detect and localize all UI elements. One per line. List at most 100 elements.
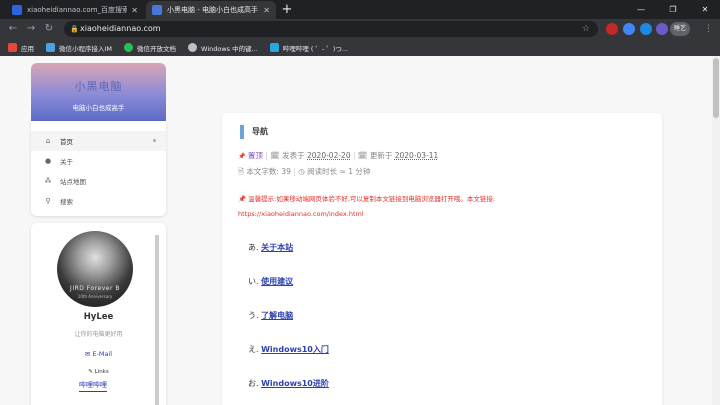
published-date: 2020-02-20	[307, 151, 351, 160]
bookmark-label: 应用	[21, 44, 34, 53]
close-tab-icon[interactable]: ✕	[131, 6, 138, 15]
sidebar-item-about[interactable]: ● 关于	[31, 151, 166, 171]
toc-link-computer[interactable]: 了解电脑	[261, 311, 293, 320]
toc-link-usage[interactable]: 使用建议	[261, 277, 293, 286]
site-favicon-icon	[152, 5, 162, 15]
url-text: xiaoheidiannao.com	[80, 24, 161, 33]
toc-link-win10-basic[interactable]: Windows10入门	[261, 345, 329, 354]
bookmark-label: 哔哩哔哩 ( ゜- ゜)つ...	[282, 44, 349, 53]
tab-bar: xiaoheidiannao.com_百度搜索 ✕ 小黑电脑 - 电脑小白也成高…	[0, 0, 720, 19]
profile-button[interactable]: 睡艺	[670, 22, 691, 36]
post-card: 导航 📌 置顶 | 🗓 发表于 2020-02-20 | 🗓 更新于 2020-…	[222, 113, 662, 405]
bookmark-bilibili[interactable]: 哔哩哔哩 ( ゜- ゜)つ...	[269, 43, 349, 53]
lock-icon[interactable]: 🔒	[70, 21, 79, 37]
toc-list: あ. 关于本站 い. 使用建议 う. 了解电脑 え. Windows10入门 お…	[248, 242, 329, 405]
sidebar-item-label: 搜索	[60, 198, 73, 206]
clock-icon: ◷	[298, 167, 305, 176]
scrollbar-thumb[interactable]	[713, 58, 719, 118]
published-prefix: 发表于	[282, 151, 305, 160]
list-marker: い.	[248, 277, 259, 286]
maximize-button[interactable]: ❐	[658, 0, 688, 19]
extension-icon[interactable]	[640, 23, 652, 35]
baidu-favicon-icon	[12, 5, 22, 15]
bookmark-wechat-im[interactable]: 微信小程序接入IM	[46, 43, 112, 53]
bookmark-star-icon[interactable]: ☆	[582, 21, 590, 37]
mobile-warning: 📌 温馨提示:如果移动端网页体验不好,可以复制本文链接到电脑浏览器打开哦。本文链…	[238, 193, 495, 203]
extension-icon[interactable]	[606, 23, 618, 35]
address-bar[interactable]: 🔒 xiaoheidiannao.com ☆	[64, 21, 598, 37]
back-button[interactable]: ←	[6, 22, 20, 36]
tab-xiaoheidiannao[interactable]: 小黑电脑 - 电脑小白也成高手 ✕	[146, 1, 276, 19]
calendar-icon: 🗓	[270, 151, 280, 160]
search-icon: ⚲	[45, 197, 51, 205]
extension-icon[interactable]	[656, 23, 668, 35]
close-window-button[interactable]: ✕	[690, 0, 720, 19]
sidebar-item-sitemap[interactable]: ⁂ 站点地图	[31, 171, 166, 191]
post-stats: 🗎 本文字数: 39 | ◷ 阅读时长 ≈ 1 分钟	[238, 167, 371, 176]
readtime-value: 阅读时长 ≈ 1 分钟	[307, 167, 371, 176]
avatar-subcaption: 10th Anniversary	[77, 294, 113, 299]
pinned-label: 置顶	[247, 151, 263, 160]
list-marker: う.	[248, 311, 259, 320]
sitemap-icon: ⁂	[44, 177, 52, 185]
author-name: HyLee	[83, 312, 114, 322]
globe-icon	[188, 43, 198, 52]
sidebar-item-search[interactable]: ⚲ 搜索	[31, 191, 166, 211]
reload-button[interactable]: ↻	[42, 22, 56, 36]
bookmark-apps[interactable]: 应用	[8, 43, 34, 53]
toc-link-win10-advanced[interactable]: Windows10进阶	[261, 379, 329, 388]
sidebar-menu: ⌂ 首页 ● 关于 ⁂ 站点地图 ⚲ 搜索	[31, 121, 166, 216]
sidebar-item-home[interactable]: ⌂ 首页	[31, 131, 166, 151]
pin-icon: 📌	[238, 195, 247, 203]
menu-icon[interactable]: ⋮	[704, 22, 713, 36]
bilibili-link[interactable]: 哔哩哔哩	[79, 380, 107, 392]
calendar-check-icon: 🗓	[357, 151, 368, 160]
list-item: あ. 关于本站	[248, 242, 329, 276]
cloud-icon	[46, 43, 55, 52]
tab-title: xiaoheidiannao.com_百度搜索	[27, 6, 128, 14]
avatar: JIRD Forever B 10th Anniversary	[57, 231, 133, 307]
list-marker: お.	[248, 379, 259, 388]
extension-icon[interactable]	[623, 23, 635, 35]
bookmarks-bar: 应用 微信小程序接入IM 微信开放文档 Windows 中的键... 哔哩哔哩 …	[0, 39, 720, 56]
wechat-icon	[124, 43, 134, 52]
list-marker: え.	[248, 345, 259, 354]
file-icon: 🗎	[238, 167, 245, 176]
author-description: 让你的电脑更好用	[74, 331, 123, 338]
toc-link-about[interactable]: 关于本站	[261, 243, 293, 252]
wordcount-label: 本文字数:	[246, 167, 279, 176]
list-item: え. Windows10入门	[248, 344, 329, 378]
close-tab-icon[interactable]: ✕	[263, 6, 270, 15]
active-dot	[153, 139, 156, 142]
links-heading: ✎ Links	[88, 369, 109, 375]
updated-prefix: 更新于	[369, 151, 393, 160]
apps-grid-icon	[8, 43, 17, 52]
email-link[interactable]: ✉ E-Mail	[31, 350, 166, 358]
sidebar: 小黑电脑 电脑小白也成高手 ⌂ 首页 ● 关于 ⁂ 站点地图 ⚲ 搜索	[31, 63, 166, 216]
warning-text: 温馨提示:如果移动端网页体验不好,可以复制本文链接到电脑浏览器打开哦。本文链接:	[248, 195, 496, 203]
site-brand: 小黑电脑 电脑小白也成高手	[31, 63, 166, 121]
new-tab-button[interactable]: +	[280, 1, 294, 18]
post-title[interactable]: 导航	[240, 125, 268, 139]
forward-button[interactable]: →	[24, 22, 38, 36]
site-subtitle: 电脑小白也成高手	[72, 104, 125, 112]
post-meta: 📌 置顶 | 🗓 发表于 2020-02-20 | 🗓 更新于 2020-03-…	[238, 151, 439, 160]
list-item: い. 使用建议	[248, 276, 329, 310]
bookmark-label: 微信开放文档	[137, 44, 177, 53]
bookmark-wechat-docs[interactable]: 微信开放文档	[124, 43, 176, 53]
tab-title: 小黑电脑 - 电脑小白也成高手	[167, 6, 258, 14]
list-item: う. 了解电脑	[248, 310, 329, 344]
page-scrollbar[interactable]	[712, 56, 720, 405]
sidebar-item-label: 首页	[60, 138, 73, 146]
post-link[interactable]: https://xiaoheidiannao.com/index.html	[238, 210, 364, 218]
bookmark-windows-keys[interactable]: Windows 中的键...	[188, 43, 258, 53]
list-item: お. Windows10进阶	[248, 378, 329, 405]
user-icon: ●	[44, 157, 52, 165]
home-icon: ⌂	[45, 137, 51, 145]
sidebar-item-label: 关于	[60, 158, 73, 166]
minimize-button[interactable]: —	[626, 0, 656, 19]
site-title[interactable]: 小黑电脑	[31, 78, 166, 94]
tab-baidu-search[interactable]: xiaoheidiannao.com_百度搜索 ✕	[6, 1, 144, 19]
bookmark-label: Windows 中的键...	[201, 44, 258, 53]
sidebar-item-label: 站点地图	[60, 178, 86, 186]
